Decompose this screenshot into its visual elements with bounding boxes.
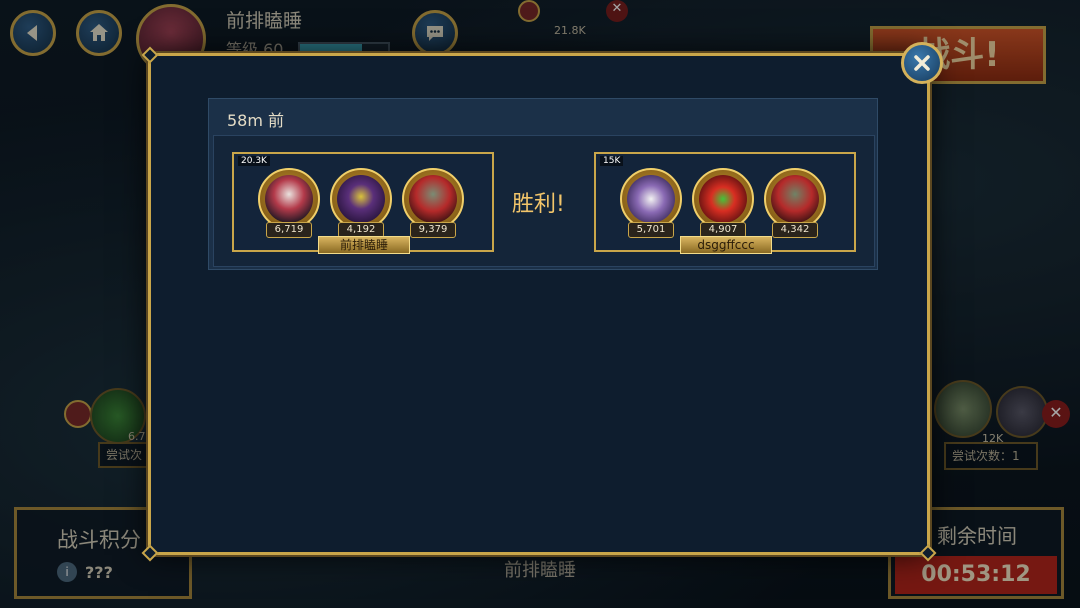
battle-time-ago: 58m 前: [227, 111, 285, 130]
hero-slot: 5,701: [620, 168, 682, 238]
team-power: 20.3K: [238, 156, 270, 166]
hero-slot: 4,907: [692, 168, 754, 238]
battle-result: 胜利!: [512, 192, 565, 217]
battle-teams-row: 20.3K 6,719 4,192 9,379 前排瞌睡 胜利! 15K 5,7…: [213, 135, 875, 267]
purple-hero-portrait: [337, 175, 385, 223]
red-plague-hero-portrait: [409, 175, 457, 223]
battle-log-modal: 58m 前 20.3K 6,719 4,192 9,379 前排瞌睡 胜利! 1…: [141, 46, 937, 562]
maid-hero-portrait: [265, 175, 313, 223]
hero-hp: 6,719: [266, 222, 312, 238]
hero-hp: 5,701: [628, 222, 674, 238]
hero-hp: 4,342: [772, 222, 818, 238]
attacker-team[interactable]: 20.3K 6,719 4,192 9,379 前排瞌睡: [232, 152, 494, 254]
hero-slot: 6,719: [258, 168, 320, 238]
team-name-banner: dsggffccc: [680, 236, 772, 254]
team-name-banner: 前排瞌睡: [318, 236, 410, 254]
red-demon-hero-portrait: [699, 175, 747, 223]
battle-log-entry[interactable]: 58m 前 20.3K 6,719 4,192 9,379 前排瞌睡 胜利! 1…: [208, 98, 878, 270]
hero-hp: 9,379: [410, 222, 456, 238]
modal-close-button[interactable]: [901, 42, 943, 84]
top-hat-hero-portrait: [627, 175, 675, 223]
red-plague-hero-portrait: [771, 175, 819, 223]
hero-slot: 4,192: [330, 168, 392, 238]
hero-slot: 9,379: [402, 168, 464, 238]
hero-slot: 4,342: [764, 168, 826, 238]
team-power: 15K: [600, 156, 624, 166]
defender-team[interactable]: 15K 5,701 4,907 4,342 dsggffccc: [594, 152, 856, 254]
close-icon: [914, 55, 930, 71]
